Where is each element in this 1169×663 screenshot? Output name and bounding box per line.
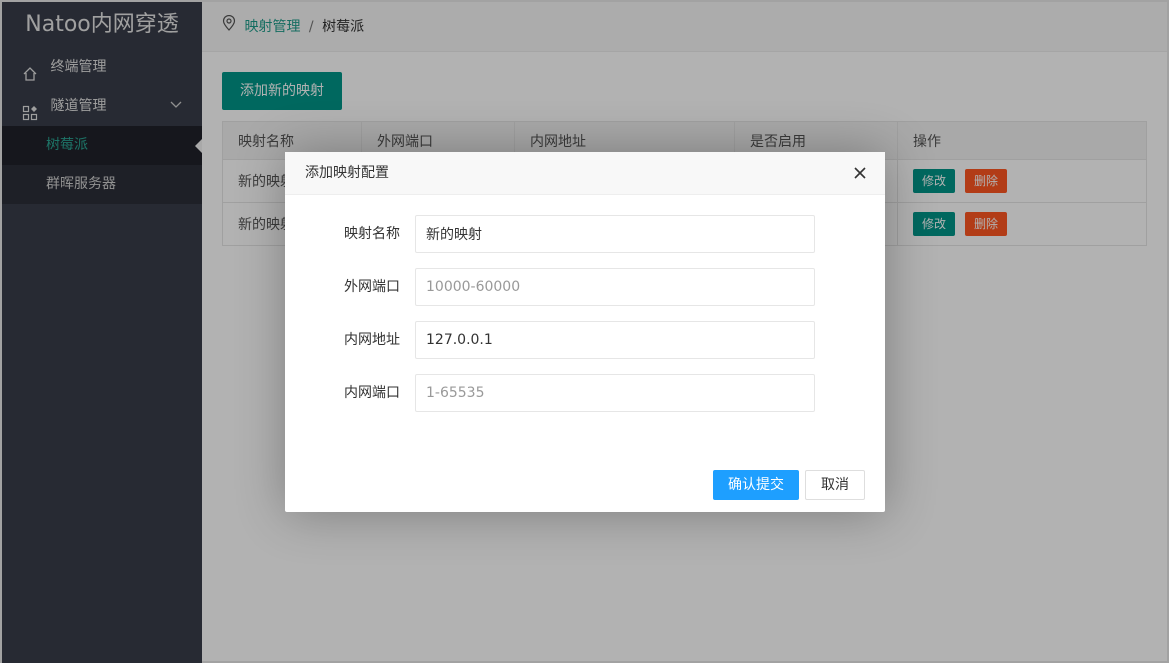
external-port-label: 外网端口 bbox=[344, 279, 400, 295]
mapping-name-input[interactable] bbox=[415, 215, 815, 253]
dialog-footer: 确认提交 取消 bbox=[713, 470, 865, 500]
internal-port-input[interactable] bbox=[415, 374, 815, 412]
cancel-button[interactable]: 取消 bbox=[805, 470, 865, 500]
form-row-internal-port: 内网端口 bbox=[285, 374, 885, 427]
internal-port-label: 内网端口 bbox=[344, 385, 400, 401]
mapping-form: 映射名称 外网端口 内网地址 内网端口 bbox=[285, 195, 885, 427]
dialog-header: 添加映射配置 bbox=[285, 152, 885, 195]
mapping-name-label: 映射名称 bbox=[344, 226, 400, 242]
form-row-name: 映射名称 bbox=[285, 215, 885, 268]
add-mapping-dialog: 添加映射配置 映射名称 外网端口 内网地址 内网端口 确认提交取消 bbox=[285, 152, 885, 512]
internal-address-input[interactable] bbox=[415, 321, 815, 359]
dialog-title: 添加映射配置 bbox=[305, 165, 389, 181]
internal-address-label: 内网地址 bbox=[344, 332, 400, 348]
external-port-input[interactable] bbox=[415, 268, 815, 306]
form-row-external-port: 外网端口 bbox=[285, 268, 885, 321]
form-row-internal-address: 内网地址 bbox=[285, 321, 885, 374]
submit-button[interactable]: 确认提交 bbox=[713, 470, 799, 500]
close-icon[interactable] bbox=[851, 164, 869, 182]
